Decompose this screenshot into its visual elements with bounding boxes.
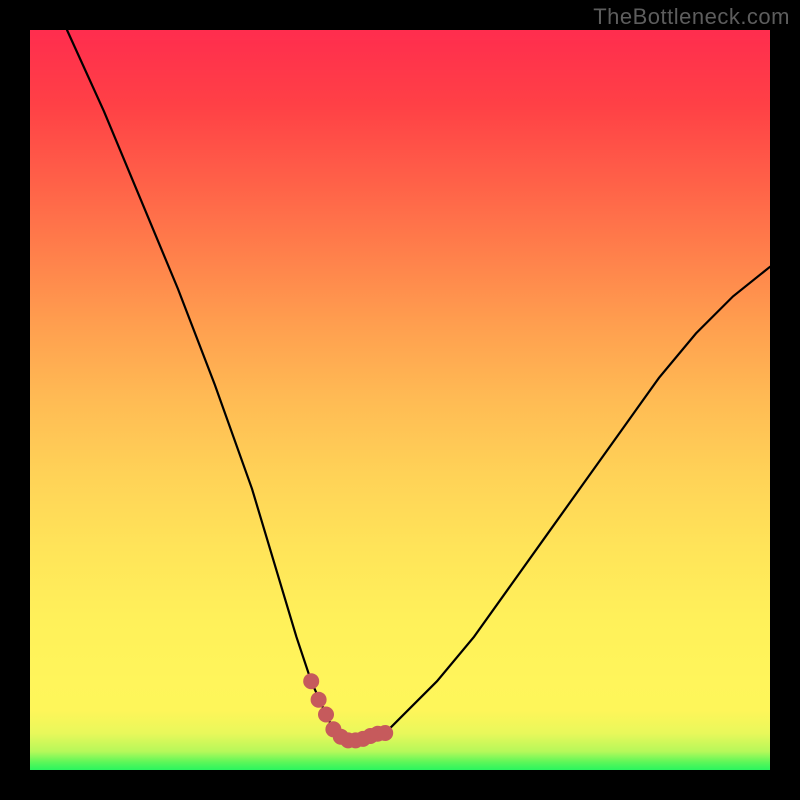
sweet-spot-markers — [303, 673, 393, 748]
curve-line — [67, 30, 770, 740]
plot-area — [30, 30, 770, 770]
sweet-spot-marker — [311, 692, 327, 708]
sweet-spot-marker — [377, 725, 393, 741]
sweet-spot-marker — [318, 707, 334, 723]
chart-frame: TheBottleneck.com — [0, 0, 800, 800]
bottleneck-curve — [30, 30, 770, 770]
sweet-spot-marker — [303, 673, 319, 689]
watermark-text: TheBottleneck.com — [593, 4, 790, 30]
